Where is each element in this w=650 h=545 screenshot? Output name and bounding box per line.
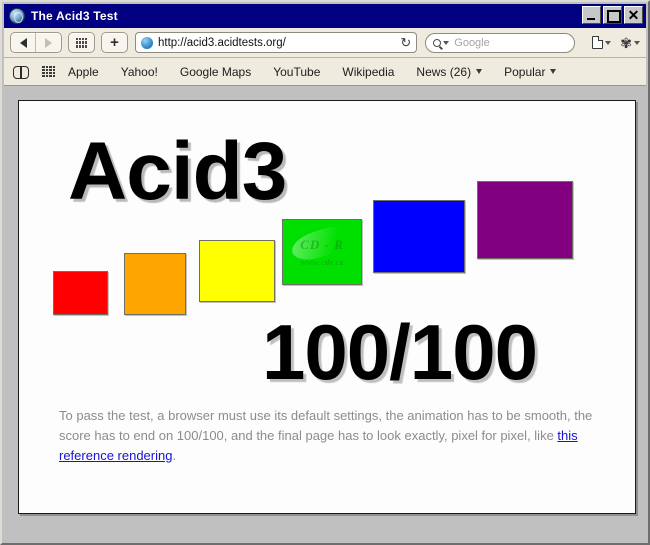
settings-button[interactable]: ✾ <box>620 36 640 50</box>
bookmark-item-youtube[interactable]: YouTube <box>273 65 320 79</box>
color-swatch-green: CD - R www.cdr.cz <box>282 219 362 285</box>
new-tab-button[interactable]: + <box>101 32 128 53</box>
color-swatch-orange <box>124 253 186 315</box>
back-arrow-icon <box>19 37 27 48</box>
window-title: The Acid3 Test <box>31 9 118 23</box>
bookmark-item-popular[interactable]: Popular <box>504 64 557 79</box>
bookmark-label: Yahoo! <box>120 64 158 79</box>
search-icon <box>433 38 442 47</box>
forward-arrow-icon <box>45 37 52 48</box>
color-swatch-purple <box>477 181 573 259</box>
reload-icon[interactable]: ↻ <box>400 36 411 49</box>
bookmark-grid-icon <box>42 66 55 77</box>
page-title: Acid3 <box>68 126 287 217</box>
chevron-down-icon <box>550 69 557 74</box>
bookmark-label: Wikipedia <box>342 64 395 79</box>
close-button[interactable]: ✕ <box>624 6 643 24</box>
bookmark-label: YouTube <box>273 64 321 79</box>
address-bar[interactable]: http://acid3.acidtests.org/ ↻ <box>135 32 418 53</box>
maximize-button[interactable] <box>603 6 622 24</box>
tab-overview-button[interactable] <box>68 32 95 53</box>
search-box[interactable]: Google <box>425 32 576 53</box>
bookmark-item-apple[interactable]: Apple <box>68 65 99 79</box>
bookmarks-grid-button[interactable] <box>42 66 55 77</box>
nav-button-group <box>10 32 62 53</box>
open-book-icon <box>13 66 29 79</box>
color-swatch-blue <box>373 200 465 273</box>
navigation-toolbar: + http://acid3.acidtests.org/ ↻ Google ✾ <box>4 28 646 58</box>
toolbar-right-icons: ✾ <box>583 36 640 50</box>
page-viewport: Acid3 CD - R www.cdr.cz 100/100 To pass … <box>18 100 636 514</box>
globe-icon <box>9 8 25 24</box>
bookmark-item-wikipedia[interactable]: Wikipedia <box>342 65 394 79</box>
search-placeholder: Google <box>454 36 490 49</box>
minimize-button[interactable] <box>582 6 601 24</box>
close-icon: ✕ <box>627 7 640 23</box>
color-swatch-red <box>53 271 108 315</box>
bookmark-item-news[interactable]: News (26) <box>416 64 483 79</box>
bookmark-label: Popular <box>504 64 546 79</box>
browser-window: The Acid3 Test ✕ + http://acid3.acidtest… <box>0 0 650 545</box>
chevron-down-icon <box>476 69 483 74</box>
page-description: To pass the test, a browser must use its… <box>59 406 599 466</box>
bookmark-label: News (26) <box>416 64 472 79</box>
bookmarks-library-button[interactable] <box>13 66 29 79</box>
bookmark-label: Apple <box>68 64 99 79</box>
score-text: 100/100 <box>262 308 538 396</box>
bookmark-label: Google Maps <box>179 64 252 79</box>
chevron-down-icon <box>634 40 640 45</box>
gear-icon: ✾ <box>620 34 632 51</box>
bookmark-item-google-maps[interactable]: Google Maps <box>180 65 251 79</box>
bookmarks-bar: Apple Yahoo! Google Maps YouTube Wikiped… <box>4 58 646 86</box>
page-icon <box>592 36 604 49</box>
description-text-after: . <box>172 448 177 463</box>
plus-icon: + <box>110 34 119 51</box>
description-text-before: To pass the test, a browser must use its… <box>59 408 593 443</box>
forward-button[interactable] <box>37 33 61 52</box>
dot-grid-icon <box>76 37 87 48</box>
back-button[interactable] <box>12 33 36 52</box>
color-swatch-yellow <box>199 240 275 302</box>
window-controls: ✕ <box>582 6 643 24</box>
url-text: http://acid3.acidtests.org/ <box>158 36 286 49</box>
cdr-swoosh-decoration <box>288 221 356 265</box>
chevron-down-icon[interactable] <box>443 40 450 45</box>
globe-favicon-icon <box>141 36 153 49</box>
bookmark-item-yahoo[interactable]: Yahoo! <box>121 65 158 79</box>
page-actions-button[interactable] <box>592 36 612 49</box>
title-bar: The Acid3 Test ✕ <box>4 4 646 28</box>
chevron-down-icon <box>605 40 612 45</box>
